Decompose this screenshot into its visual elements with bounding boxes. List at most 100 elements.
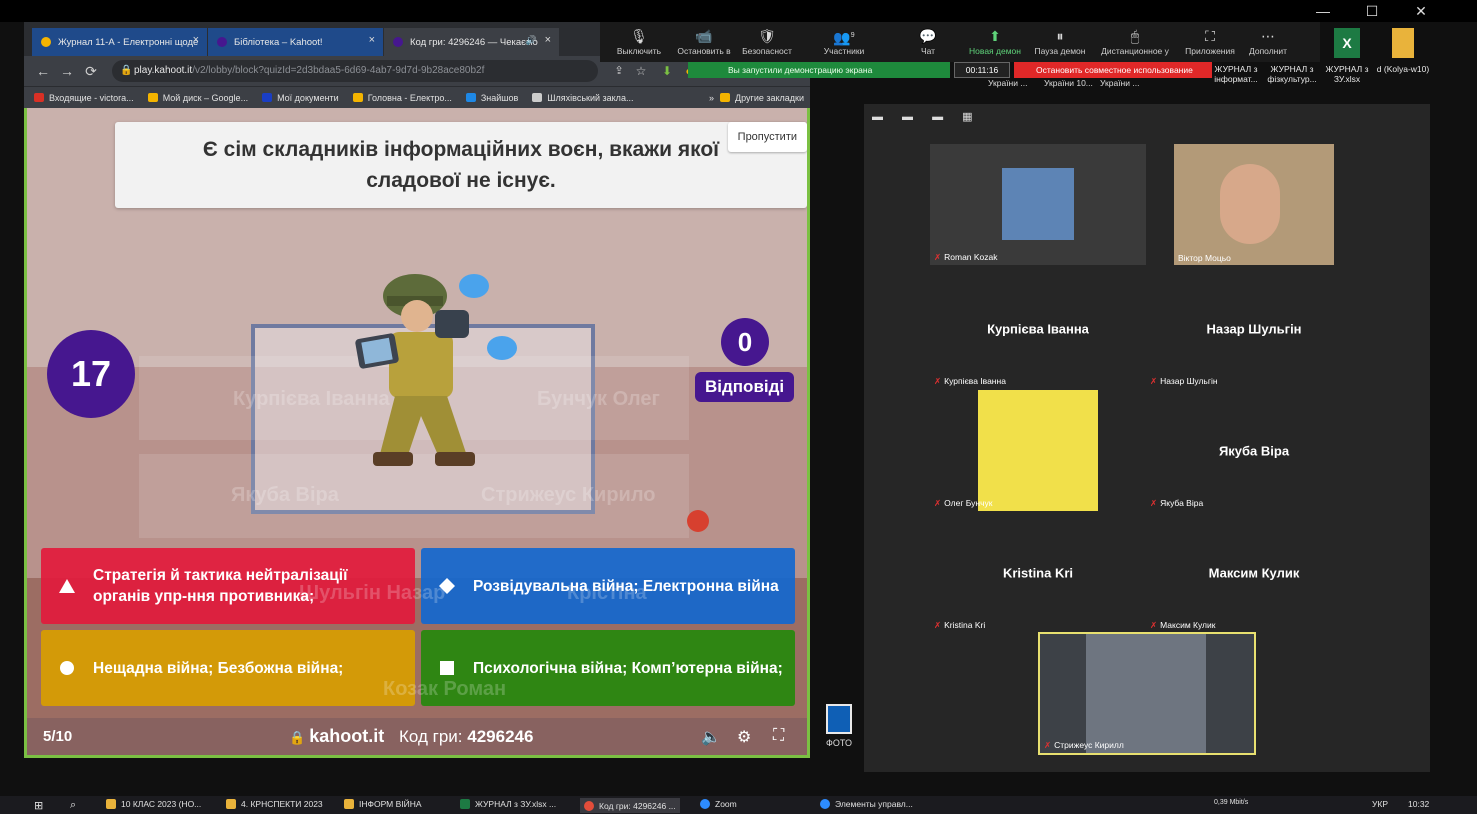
tab-close-icon[interactable]: × bbox=[369, 34, 375, 46]
participant-tile[interactable]: Віктор Моцьо bbox=[1174, 144, 1334, 265]
foto-desktop-icon[interactable]: ФОТО bbox=[824, 704, 854, 748]
game-footer: 5/10 🔒 kahoot.it Код гри: 4296246 🔈 ⚙ ⛶ bbox=[27, 718, 807, 755]
taskbar-item[interactable]: 4. КРНСПЕКТИ 2023 bbox=[226, 799, 323, 809]
bookmark-item[interactable]: Шляхівський закла... bbox=[532, 93, 633, 103]
bookmarks-more-button[interactable]: » bbox=[709, 93, 714, 103]
folder-icon bbox=[106, 799, 116, 809]
security-button[interactable]: 🛡 Безопасност bbox=[740, 26, 794, 60]
bookmark-item[interactable]: Головна - Електро... bbox=[352, 93, 452, 103]
url-input[interactable]: 🔒 play.kahoot.it/v2/lobby/block?quizId=2… bbox=[112, 60, 598, 82]
player-name-ghost: Крістіна bbox=[567, 582, 647, 604]
countdown-timer: 17 bbox=[47, 330, 135, 418]
kahoot-favicon-icon bbox=[393, 37, 403, 47]
tab-close-icon[interactable]: × bbox=[545, 34, 551, 46]
stop-video-button[interactable]: 📹 Остановить в bbox=[674, 26, 734, 60]
tab-sound-icon[interactable]: 🔊 bbox=[526, 35, 537, 46]
language-indicator[interactable]: УКР bbox=[1372, 799, 1388, 809]
taskbar-item[interactable]: ІНФОРМ ВІЙНА bbox=[344, 799, 422, 809]
tab-close-icon[interactable]: × bbox=[193, 34, 199, 46]
other-bookmarks-folder[interactable]: Другие закладки bbox=[720, 93, 804, 103]
forward-icon[interactable]: → bbox=[58, 62, 76, 80]
zoom-icon bbox=[820, 799, 830, 809]
bookmark-label: Знайшов bbox=[480, 92, 519, 103]
extension-download-icon[interactable]: ⬇ bbox=[658, 62, 676, 80]
apps-button[interactable]: ⛶ Приложения bbox=[1182, 26, 1238, 60]
skip-button[interactable]: Пропустити bbox=[727, 122, 807, 152]
button-label: Безопасност bbox=[742, 46, 792, 56]
volume-icon[interactable]: 🔈 bbox=[701, 727, 721, 747]
participants-count: 9 bbox=[850, 32, 855, 39]
new-share-button[interactable]: ⬆ Новая демон bbox=[966, 26, 1024, 60]
stop-share-button[interactable]: Остановить совместное использование bbox=[1014, 62, 1212, 78]
participant-tile[interactable]: Kristina Kri ✗ Kristina Kri bbox=[930, 512, 1146, 633]
taskbar-item[interactable]: Zoom bbox=[700, 799, 737, 809]
clock[interactable]: 10:32 bbox=[1408, 799, 1429, 809]
video-feed bbox=[1220, 164, 1280, 244]
kahoot-site-label: 🔒 kahoot.it bbox=[289, 726, 384, 747]
mute-button[interactable]: 🎙 Выключить bbox=[612, 26, 666, 60]
desktop-icon-label: ФОТО bbox=[826, 738, 852, 748]
tab-title: Журнал 11-А - Електронні щоде bbox=[58, 36, 199, 48]
shield-icon: 🛡 bbox=[758, 28, 776, 44]
participant-name: Віктор Моцьо bbox=[1178, 253, 1231, 263]
muted-mic-icon: ✗ bbox=[934, 376, 942, 386]
participants-icon: 👥9 bbox=[814, 26, 874, 46]
url-host: play.kahoot.it bbox=[134, 65, 193, 76]
gallery-layout-controls[interactable]: ▬ ▬ ▬ ▦ bbox=[872, 110, 981, 123]
excel-file-icon[interactable]: X ЖУРНАЛ з ЗУ.xlsx bbox=[1322, 28, 1372, 84]
zoom-gallery-view: ▬ ▬ ▬ ▦ ✗ Roman Kozak Віктор Моцьо Курпіє… bbox=[864, 104, 1430, 772]
soldier-illustration bbox=[355, 274, 475, 466]
bookmark-item[interactable]: Входящие - victora... bbox=[34, 93, 134, 103]
more-button[interactable]: ⋯ Дополнит bbox=[1244, 26, 1292, 60]
participant-tile[interactable]: Якуба Віра ✗ Якуба Віра bbox=[1146, 390, 1362, 511]
muted-mic-icon: ✗ bbox=[934, 252, 942, 262]
share-icon[interactable]: ⇪ bbox=[610, 62, 628, 80]
participant-tile[interactable]: ✗ Roman Kozak bbox=[930, 144, 1146, 265]
taskbar-item[interactable]: ЖУРНАЛ з ЗУ.xlsx ... bbox=[460, 799, 556, 809]
chat-icon: 💬 bbox=[919, 28, 937, 44]
bookmark-item[interactable]: Мой диск – Google... bbox=[147, 93, 248, 103]
fullscreen-icon[interactable]: ⛶ bbox=[773, 727, 784, 745]
back-icon[interactable]: ← bbox=[34, 62, 52, 80]
taskbar-item[interactable]: Элементы управл... bbox=[820, 799, 913, 809]
desktop-icon[interactable]: ЖУРНАЛ з фізкультур... bbox=[1264, 64, 1320, 84]
desktop-icon[interactable]: ЖУРНАЛ з інформат... bbox=[1210, 64, 1262, 84]
browser-tab-library[interactable]: Бібліотека – Kahoot! × bbox=[208, 28, 384, 56]
tab-title: Код гри: 4296246 — Чекаємо bbox=[410, 36, 538, 48]
bookmark-item[interactable]: Мої документи bbox=[262, 93, 339, 103]
taskbar-item-active[interactable]: Код гри: 4296246 ... bbox=[580, 798, 680, 813]
folder-shortcut-icon[interactable]: d (Kolya-w10) bbox=[1376, 28, 1430, 74]
minimize-button[interactable]: — bbox=[1300, 0, 1346, 22]
button-label: Выключить bbox=[616, 46, 662, 56]
participant-tile[interactable]: Назар Шульгін ✗ Назар Шульгін bbox=[1146, 268, 1362, 389]
reload-icon[interactable]: ⟳ bbox=[82, 62, 100, 80]
apple-icon bbox=[687, 510, 709, 532]
participant-tile[interactable]: ✗ Олег Бунчук bbox=[930, 390, 1146, 511]
participant-tile[interactable]: Курпієва Іванна ✗ Курпієва Іванна bbox=[930, 268, 1146, 389]
start-icon[interactable]: ⊞ bbox=[34, 799, 43, 812]
folder-icon bbox=[720, 93, 731, 102]
participant-tile-active[interactable]: ✗ Стрижеус Кирилл bbox=[1038, 632, 1256, 755]
remote-control-button[interactable]: 🖱 Дистанционное у bbox=[1098, 26, 1172, 60]
close-button[interactable]: ✕ bbox=[1398, 0, 1444, 22]
desktop-icon-label: ЖУРНАЛ з інформат... bbox=[1214, 64, 1258, 84]
participant-tile[interactable]: Максим Кулик ✗ Максим Кулик bbox=[1146, 512, 1362, 633]
search-icon[interactable]: ⌕ bbox=[70, 799, 76, 812]
browser-tab-journal[interactable]: Журнал 11-А - Електронні щоде × bbox=[32, 28, 208, 56]
browser-tab-game[interactable]: Код гри: 4296246 — Чекаємо 🔊 × bbox=[384, 28, 560, 56]
taskbar-item[interactable]: 10 КЛАС 2023 (НО... bbox=[106, 799, 201, 809]
lock-icon: 🔒 bbox=[289, 730, 306, 745]
button-label: Дистанционное у bbox=[1101, 46, 1169, 56]
taskbar-label: 10 КЛАС 2023 (НО... bbox=[121, 799, 202, 809]
bookmark-item[interactable]: Знайшов bbox=[465, 92, 519, 103]
settings-icon[interactable]: ⚙ bbox=[737, 727, 751, 747]
maximize-button[interactable]: ☐ bbox=[1349, 0, 1395, 22]
pause-share-button[interactable]: ⏸ Пауза демон bbox=[1032, 26, 1088, 60]
kahoot-game-screen: Курпієва Іванна Бунчук Олег Якуба Віра С… bbox=[24, 108, 810, 758]
participants-button[interactable]: 👥9 Участники bbox=[814, 26, 874, 60]
chat-button[interactable]: 💬 Чат bbox=[910, 26, 946, 60]
bookmark-star-icon[interactable]: ☆ bbox=[632, 62, 650, 80]
game-code-label: Код гри: bbox=[399, 727, 463, 746]
answer-option-yellow[interactable]: Нещадна війна; Безбожна війна; bbox=[41, 630, 415, 706]
desktop-icon-label: d (Kolya-w10) bbox=[1376, 64, 1430, 74]
